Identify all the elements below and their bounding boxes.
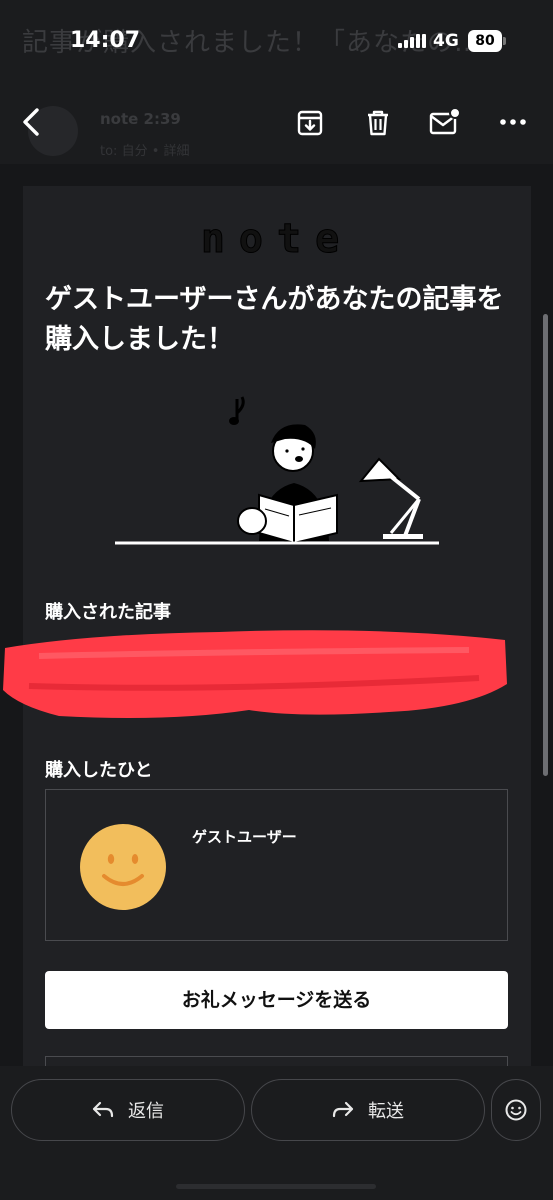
network-type: 4G: [433, 31, 459, 51]
note-logo: note: [200, 216, 354, 263]
forward-icon: [332, 1101, 354, 1118]
redaction-mark: [3, 630, 507, 718]
bottom-action-bar: 返信 転送: [0, 1066, 553, 1200]
battery-tip: [503, 37, 506, 45]
buyer-name: ゲストユーザー: [192, 828, 297, 846]
email-body[interactable]: note ゲストユーザーさんがあなたの記事を購入しました！ 購入された記事 購入…: [0, 164, 553, 1066]
archive-icon[interactable]: [290, 102, 330, 142]
mail-toolbar: note 2:39 to: 自分 • 詳細: [0, 82, 553, 164]
scrollbar[interactable]: [543, 314, 548, 776]
send-thanks-button[interactable]: お礼メッセージを送る: [45, 971, 508, 1029]
trash-icon[interactable]: [358, 102, 398, 142]
email-headline: ゲストユーザーさんがあなたの記事を購入しました！: [45, 284, 504, 355]
emoji-icon: [505, 1099, 527, 1121]
signal-icon: [398, 32, 426, 48]
battery-icon: 80: [468, 30, 502, 52]
reply-button[interactable]: 返信: [11, 1079, 245, 1141]
email-card: note ゲストユーザーさんがあなたの記事を購入しました！ 購入された記事 購入…: [3, 186, 531, 1066]
ghost-sender-name: note 2:39: [100, 110, 181, 128]
reader-illustration: [115, 396, 439, 545]
home-indicator: [176, 1184, 376, 1189]
forward-label: 転送: [368, 1101, 404, 1122]
back-icon[interactable]: [12, 102, 52, 142]
buyer-avatar: [80, 824, 166, 910]
clock: 14:07: [70, 28, 141, 53]
status-bar: 記事が購入されました！「あなたの… 14:07 4G 80: [0, 0, 553, 82]
emoji-reaction-button[interactable]: [491, 1079, 541, 1141]
next-section-box: [45, 1056, 508, 1066]
forward-button[interactable]: 転送: [251, 1079, 485, 1141]
smiley-icon: [102, 854, 144, 886]
buyer-card: ゲストユーザー: [45, 789, 508, 941]
reply-label: 返信: [128, 1101, 164, 1122]
ghost-sender-detail: to: 自分 • 詳細: [100, 144, 190, 159]
more-icon[interactable]: [493, 102, 533, 142]
reply-icon: [92, 1101, 114, 1118]
mark-unread-icon[interactable]: [425, 102, 465, 142]
buyer-label: 購入したひと: [45, 760, 153, 781]
purchased-article-label: 購入された記事: [45, 602, 171, 623]
